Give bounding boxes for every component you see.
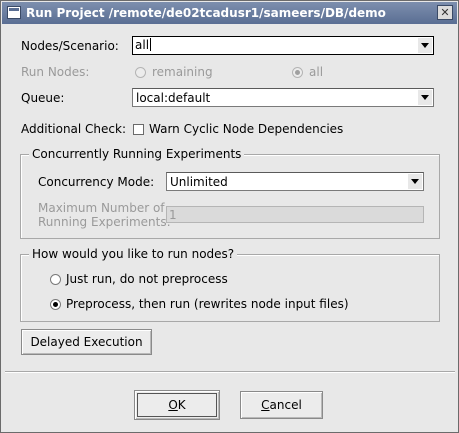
run-mode-group-title: How would you like to run nodes? bbox=[29, 247, 238, 261]
additional-check-label: Additional Check: bbox=[21, 122, 127, 136]
max-running-field[interactable]: 1 bbox=[166, 206, 424, 223]
cancel-button[interactable]: Cancel bbox=[240, 391, 323, 419]
just-run-label: Just run, do not preprocess bbox=[66, 272, 228, 286]
run-nodes-all-radio[interactable] bbox=[292, 67, 303, 78]
queue-select[interactable]: local:default bbox=[132, 88, 434, 107]
run-project-dialog: Run Project /remote/de02tcadusr1/sameers… bbox=[0, 0, 459, 433]
ok-mnemonic: O bbox=[168, 398, 178, 412]
cancel-label-rest: ancel bbox=[269, 398, 302, 412]
run-mode-group bbox=[20, 254, 440, 322]
chevron-down-icon[interactable] bbox=[418, 38, 432, 53]
separator bbox=[5, 371, 455, 373]
run-nodes-all-label: all bbox=[309, 65, 324, 79]
concurrency-group-title: Concurrently Running Experiments bbox=[29, 147, 245, 161]
queue-label: Queue: bbox=[21, 91, 65, 105]
warn-cyclic-checkbox[interactable] bbox=[133, 124, 144, 135]
max-running-label-line2: Running Experiments: bbox=[38, 215, 171, 229]
max-running-value: 1 bbox=[169, 208, 177, 222]
nodes-scenario-label: Nodes/Scenario: bbox=[21, 39, 119, 53]
window-title: Run Project /remote/de02tcadusr1/sameers… bbox=[26, 6, 386, 20]
concurrency-mode-value: Unlimited bbox=[170, 175, 228, 189]
chevron-down-icon[interactable] bbox=[418, 90, 432, 105]
nodes-scenario-combo[interactable]: all bbox=[132, 36, 434, 55]
preprocess-run-radio[interactable] bbox=[50, 299, 61, 310]
window-icon bbox=[7, 6, 21, 19]
run-nodes-remaining-radio[interactable] bbox=[135, 67, 146, 78]
concurrency-mode-label: Concurrency Mode: bbox=[38, 175, 155, 189]
warn-cyclic-label: Warn Cyclic Node Dependencies bbox=[149, 122, 344, 136]
queue-value: local:default bbox=[136, 91, 211, 105]
chevron-down-icon[interactable] bbox=[408, 174, 422, 189]
ok-label-rest: K bbox=[177, 398, 186, 412]
preprocess-run-label: Preprocess, then run (rewrites node inpu… bbox=[66, 297, 349, 311]
ok-button[interactable]: OK bbox=[134, 390, 220, 420]
cancel-mnemonic: C bbox=[261, 398, 270, 412]
title-bar[interactable]: Run Project /remote/de02tcadusr1/sameers… bbox=[2, 2, 457, 24]
delayed-execution-button[interactable]: Delayed Execution bbox=[21, 329, 152, 355]
concurrency-mode-select[interactable]: Unlimited bbox=[166, 172, 424, 191]
max-running-label-line1: Maximum Number of bbox=[38, 201, 165, 215]
nodes-scenario-value: all bbox=[135, 38, 150, 52]
close-icon[interactable]: ✕ bbox=[437, 5, 453, 20]
run-nodes-label: Run Nodes: bbox=[21, 65, 90, 79]
run-nodes-remaining-label: remaining bbox=[152, 65, 213, 79]
just-run-radio[interactable] bbox=[50, 274, 61, 285]
